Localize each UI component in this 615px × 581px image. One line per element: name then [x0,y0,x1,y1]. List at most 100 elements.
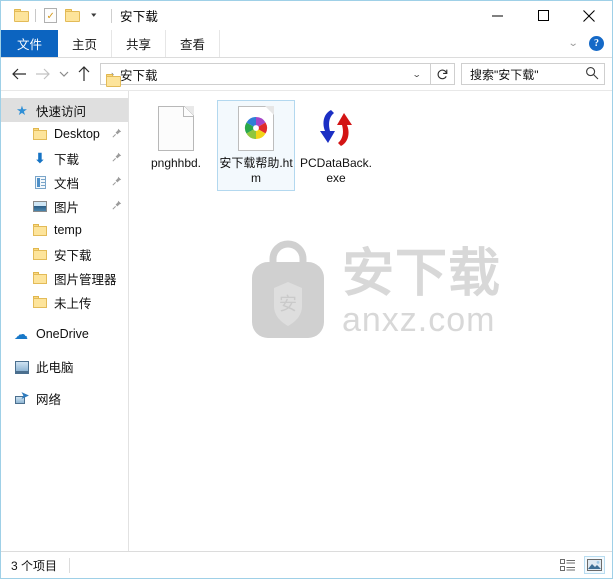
tab-file[interactable]: 文件 [1,30,59,57]
status-bar: 3 个项目 [1,551,612,578]
window-controls [474,1,612,30]
pictures-icon [31,200,49,212]
file-explorer-window: ✓ ▾ 安下载 文件 主页 共享 查看 ⌄ ? 安下载 ⌄ 搜索"安下载" ★ … [0,0,613,579]
watermark-site: anxz.com [341,301,496,339]
title-bar: ✓ ▾ 安下载 [1,1,612,30]
file-name: pnghhbd. [150,156,202,170]
sidebar-item-this-pc[interactable]: 此电脑 [1,354,128,378]
ribbon-tab-bar: 文件 主页 共享 查看 ⌄ ? [1,30,612,58]
folder-icon [31,272,49,284]
sidebar-item-label: 快速访问 [36,104,87,119]
backup-arrows-glyph [320,110,352,146]
svg-text:安: 安 [279,294,297,314]
toolbar-divider [35,9,36,22]
file-list-pane[interactable]: 安 安下载 anxz.com pnghhbd. 安下载帮助.htm PCData… [129,91,612,551]
recent-locations-button[interactable] [55,62,72,86]
sidebar-item-network[interactable]: ➤ 网络 [1,386,128,410]
file-item[interactable]: pnghhbd. [137,100,215,191]
search-icon[interactable] [585,66,599,83]
html-document-icon [232,104,280,152]
sidebar-item-label: Desktop [54,127,100,141]
chevron-down-icon[interactable]: ⌄ [403,70,434,79]
sidebar-item-onedrive[interactable]: ☁ OneDrive [1,322,128,346]
sidebar-item-label: OneDrive [36,327,89,341]
ribbon-right-controls: ⌄ ? [565,30,612,57]
sidebar-item-anxiazai[interactable]: 安下载 [1,242,128,266]
breadcrumb[interactable]: › 安下载 ⌄ [100,63,434,87]
backup-arrows-icon [312,104,360,152]
pin-icon[interactable] [112,199,122,213]
navigation-pane: ★ 快速访问 Desktop ⬇ 下载 文档 图片 temp 安下载 图片管理器… [1,91,129,551]
watermark-brand: 安下载 [341,245,501,303]
tab-share[interactable]: 共享 [112,30,167,57]
quick-access-toolbar: ✓ ▾ [1,5,105,27]
folder-icon[interactable] [10,5,32,27]
pinwheel-glyph [244,116,268,140]
sidebar-item-label: 图片管理器 [54,272,117,287]
network-icon: ➤ [13,391,31,404]
blank-page-icon [152,104,200,152]
file-item[interactable]: 安下载帮助.htm [217,100,295,191]
folder-icon [31,224,49,236]
sidebar-item-picture-manager[interactable]: 图片管理器 [1,266,128,290]
close-button[interactable] [566,1,612,30]
sidebar-item-label: 网络 [36,392,62,407]
address-bar: › 安下载 ⌄ 搜索"安下载" [1,58,612,91]
onedrive-cloud-icon: ☁ [14,325,28,342]
details-view-button[interactable] [557,556,578,574]
sidebar-item-pictures[interactable]: 图片 [1,194,128,218]
watermark-graphic: 安 安下载 anxz.com [240,238,501,346]
chevron-down-icon[interactable]: ⌄ [562,38,583,49]
documents-icon [31,175,49,189]
sidebar-item-label: 安下载 [54,248,92,263]
breadcrumb-path[interactable]: 安下载 [120,65,158,84]
sidebar-item-label: 此电脑 [36,360,74,375]
download-arrow-icon: ⬇ [34,150,46,166]
view-toggle-group [557,556,605,574]
item-count-label: 3 个项目 [11,558,58,573]
sidebar-item-temp[interactable]: temp [1,218,128,242]
watermark-bag-icon: 安 [251,240,324,338]
minimize-button[interactable] [474,1,520,30]
search-box[interactable]: 搜索"安下载" [461,63,605,85]
pin-icon[interactable] [112,127,122,141]
help-icon[interactable]: ? [589,36,604,51]
sidebar-item-documents[interactable]: 文档 [1,170,128,194]
large-icons-view-button[interactable] [584,556,605,574]
sidebar-item-label: 文档 [54,176,80,191]
back-button[interactable] [7,62,31,86]
search-input[interactable]: 搜索"安下载" [470,66,585,83]
file-item[interactable]: PCDataBack.exe [297,100,375,191]
maximize-button[interactable] [520,1,566,30]
sidebar-item-desktop[interactable]: Desktop [1,122,128,146]
customize-caret-icon[interactable]: ▾ [83,5,105,27]
sidebar-item-label: temp [54,223,82,237]
title-divider [111,8,112,23]
folder-icon [31,296,49,308]
sidebar-item-label: 图片 [54,200,80,215]
folder-icon [31,128,49,140]
sidebar-item-quick-access[interactable]: ★ 快速访问 [1,98,128,122]
sidebar-item-not-uploaded[interactable]: 未上传 [1,290,128,314]
properties-icon[interactable]: ✓ [39,5,61,27]
tab-view[interactable]: 查看 [166,30,221,57]
tab-home[interactable]: 主页 [58,30,113,57]
file-name: 安下载帮助.htm [219,156,293,185]
pin-icon[interactable] [112,151,122,165]
new-folder-icon[interactable] [61,5,83,27]
pin-icon[interactable] [112,175,122,189]
forward-button[interactable] [31,62,55,86]
sidebar-item-label: 下载 [54,152,80,167]
star-icon: ★ [16,102,28,118]
file-name: PCDataBack.exe [299,156,373,185]
refresh-button[interactable] [431,63,455,85]
up-button[interactable] [72,62,96,86]
sidebar-item-downloads[interactable]: ⬇ 下载 [1,146,128,170]
window-title: 安下载 [120,10,159,24]
sidebar-item-label: 未上传 [54,296,92,311]
explorer-body: ★ 快速访问 Desktop ⬇ 下载 文档 图片 temp 安下载 图片管理器… [1,91,612,551]
file-grid: pnghhbd. 安下载帮助.htm PCDataBack.exe [129,91,612,191]
